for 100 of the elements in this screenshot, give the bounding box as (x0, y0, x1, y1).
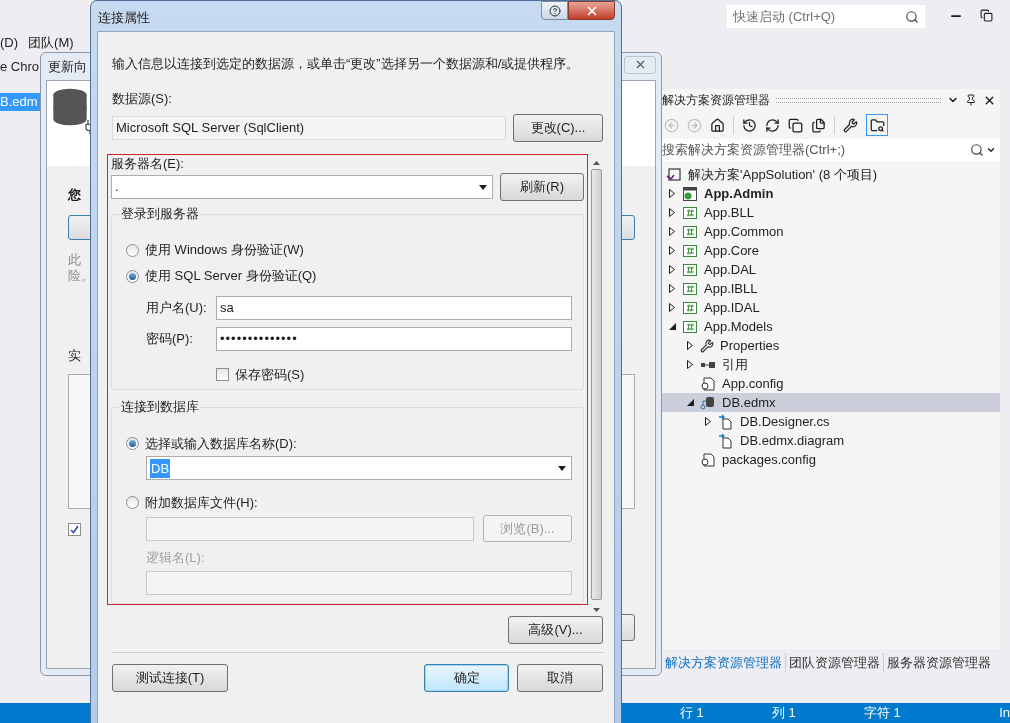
close-button[interactable] (624, 55, 656, 74)
tree-item[interactable]: App.Core (662, 241, 1000, 260)
database-file-field[interactable] (146, 516, 474, 541)
status-text: 字符 1 (864, 704, 902, 723)
dropdown-icon[interactable] (986, 145, 996, 155)
tree-item-label: packages.config (722, 450, 816, 469)
expand-arrow-icon[interactable] (687, 341, 693, 350)
panel-title: 解决方案资源管理器 (662, 92, 770, 109)
radio-button[interactable] (126, 243, 139, 257)
collapse-arrow-icon[interactable] (686, 399, 694, 406)
wrench-icon[interactable] (843, 117, 858, 133)
help-icon (548, 4, 561, 17)
code-file-icon (718, 432, 734, 449)
tree-item[interactable]: App.IDAL (662, 298, 1000, 317)
radio-button[interactable] (126, 495, 139, 509)
server-combo[interactable]: . (111, 175, 493, 199)
password-field[interactable]: •••••••••••••• (216, 327, 572, 351)
tree-item-label: 引用 (722, 355, 748, 374)
expand-arrow-icon[interactable] (705, 417, 711, 426)
tree-item[interactable]: App.config (662, 374, 1000, 393)
radio-button[interactable] (126, 269, 139, 283)
tree-item[interactable]: 引用 (662, 355, 1000, 374)
expand-arrow-icon[interactable] (669, 208, 675, 217)
tree-item[interactable]: App.Models (662, 317, 1000, 336)
cancel-button[interactable]: 取消 (517, 664, 603, 692)
dropdown-arrow-icon (479, 184, 487, 190)
refresh-icon[interactable] (765, 117, 780, 133)
radio-label: 附加数据库文件(H): (145, 493, 258, 512)
tree-item-label: 解决方案'AppSolution' (8 个项目) (688, 165, 878, 184)
scroll-up-icon[interactable] (593, 161, 600, 165)
project-icon (682, 261, 698, 278)
files-icon[interactable] (811, 117, 826, 133)
project-icon (682, 223, 698, 240)
search-icon (970, 143, 984, 157)
help-button[interactable] (541, 1, 568, 20)
menu-item[interactable]: (D) (0, 33, 19, 53)
tree-item-label: App.Models (704, 317, 773, 336)
home-icon[interactable] (710, 117, 725, 133)
wizard-heading: 您 (68, 186, 81, 202)
history-icon[interactable] (742, 117, 757, 133)
project-icon (682, 299, 698, 316)
field-label: 用户名(U): (146, 299, 208, 318)
expand-arrow-icon[interactable] (687, 360, 693, 369)
advanced-button[interactable]: 高级(V)... (508, 616, 603, 644)
tree-item-label: DB.edmx (722, 393, 776, 412)
close-button[interactable] (568, 1, 615, 20)
window-title: 更新向 (47, 57, 87, 76)
test-connection-button[interactable]: 测试连接(T) (112, 664, 228, 692)
expand-arrow-icon[interactable] (669, 303, 675, 312)
dropdown-arrow-icon (558, 465, 566, 471)
collapse-all-icon[interactable] (788, 117, 803, 133)
tree-item[interactable]: App.BLL (662, 203, 1000, 222)
code-file-icon (718, 413, 734, 430)
tree-item[interactable]: DB.edmx (662, 393, 1000, 412)
tree-item[interactable]: App.Admin (662, 184, 1000, 203)
refresh-button[interactable]: 刷新(R) (500, 173, 584, 201)
logical-name-field[interactable] (146, 570, 572, 595)
restore-icon[interactable] (980, 9, 993, 22)
expand-arrow-icon[interactable] (669, 284, 675, 293)
change-button[interactable]: 更改(C)... (513, 114, 603, 142)
tree-item[interactable]: App.IBLL (662, 279, 1000, 298)
web-project-icon (682, 185, 698, 202)
tree-item-label: App.BLL (704, 203, 754, 222)
config-file-icon (700, 375, 716, 392)
tree-item[interactable]: Properties (662, 336, 1000, 355)
search-field[interactable]: 搜索解决方案资源管理器(Ctrl+;) (662, 139, 1000, 161)
group-legend: 连接到数据库 (120, 399, 200, 416)
pin-icon[interactable] (965, 94, 977, 106)
group-legend: 登录到服务器 (120, 206, 200, 222)
tree-item[interactable]: packages.config (662, 450, 1000, 469)
panel-tab[interactable]: 服务器资源管理器 (883, 653, 994, 673)
expand-arrow-icon[interactable] (669, 246, 675, 255)
menu-item[interactable]: 团队(M) (28, 33, 74, 53)
username-field[interactable]: sa (216, 296, 572, 320)
tree-item[interactable]: 解决方案'AppSolution' (8 个项目) (662, 165, 1000, 184)
tree-item-label: DB.Designer.cs (740, 412, 830, 431)
panel-tab[interactable]: 解决方案资源管理器 (662, 653, 785, 673)
checkbox[interactable] (68, 522, 81, 536)
scrollbar-thumb[interactable] (591, 169, 602, 600)
solution-icon (666, 166, 682, 183)
tree-item[interactable]: DB.edmx.diagram (662, 431, 1000, 450)
field-label: 逻辑名(L): (146, 549, 206, 568)
document-tab[interactable]: e Chro (0, 57, 40, 77)
radio-button[interactable] (126, 436, 139, 450)
panel-tab[interactable]: 团队资源管理器 (785, 653, 883, 673)
tree-item[interactable]: DB.Designer.cs (662, 412, 1000, 431)
tree-item[interactable]: App.Common (662, 222, 1000, 241)
tree-item-label: App.Core (704, 241, 759, 260)
expand-arrow-icon[interactable] (669, 189, 675, 198)
checkbox[interactable] (216, 368, 229, 382)
quick-launch-field[interactable]: 快速启动 (Ctrl+Q) (727, 5, 925, 28)
collapse-arrow-icon[interactable] (668, 323, 676, 330)
radio-label: 使用 Windows 身份验证(W) (145, 241, 304, 260)
expand-arrow-icon[interactable] (669, 265, 675, 274)
ok-button[interactable]: 确定 (424, 664, 509, 692)
folder-search-icon[interactable] (866, 114, 888, 136)
tree-item[interactable]: App.DAL (662, 260, 1000, 279)
expand-arrow-icon[interactable] (669, 227, 675, 236)
status-text: In (999, 704, 1010, 723)
description-text: 输入信息以连接到选定的数据源，或单击“更改”选择另一个数据源和/或提供程序。 (112, 55, 581, 73)
